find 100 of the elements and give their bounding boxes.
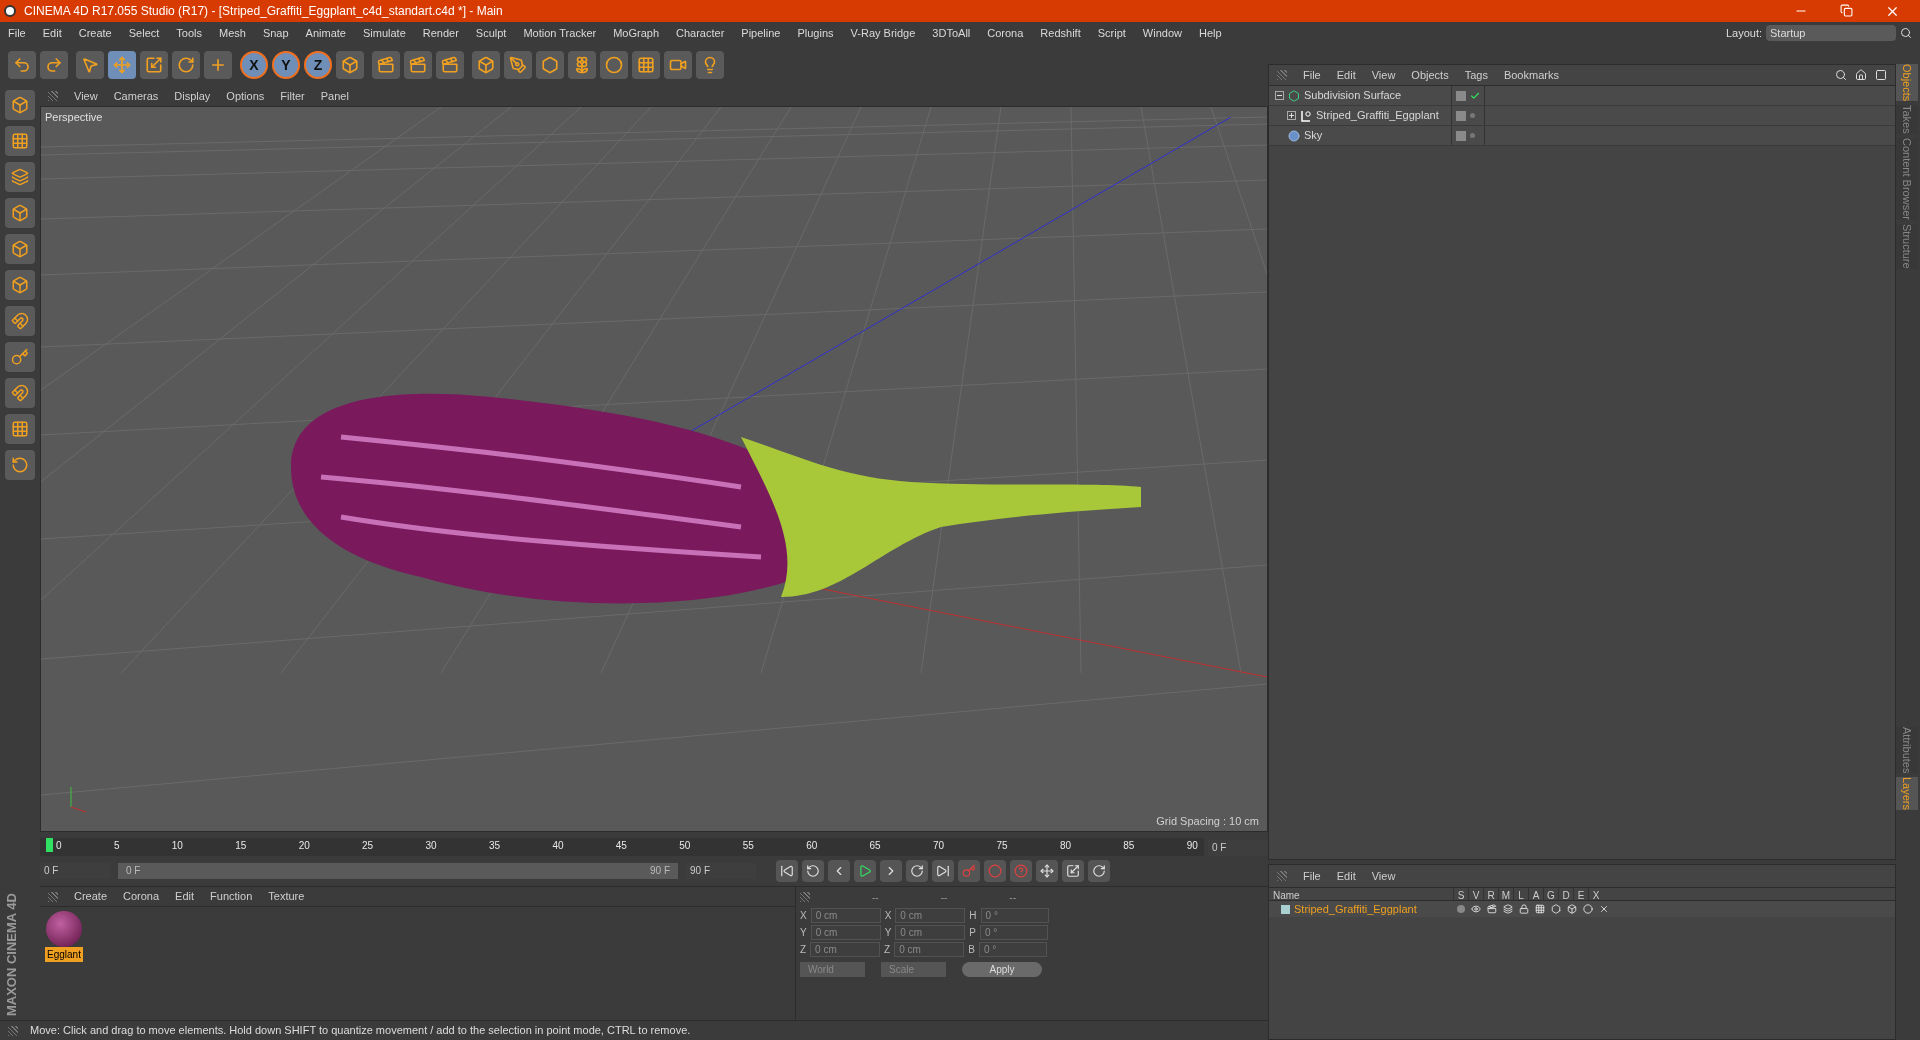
deformer-button[interactable] xyxy=(600,51,628,79)
menu-item[interactable]: Select xyxy=(128,24,160,42)
menu-item[interactable]: Redshift xyxy=(1040,24,1081,42)
render-picture-viewer-button[interactable] xyxy=(404,51,432,79)
transform-tool-button[interactable] xyxy=(204,51,232,79)
last-frame-button[interactable] xyxy=(932,860,954,882)
rotation-key-button[interactable] xyxy=(1088,860,1110,882)
render-settings-button[interactable] xyxy=(436,51,464,79)
plane-stack-button[interactable] xyxy=(5,162,35,192)
menu-item[interactable]: Animate xyxy=(305,24,346,42)
menu-item[interactable]: View xyxy=(74,87,98,105)
animation-icon[interactable] xyxy=(1535,904,1545,914)
menu-item[interactable]: MoGraph xyxy=(613,24,660,42)
previous-key-button[interactable] xyxy=(802,860,824,882)
menu-item[interactable]: File xyxy=(1303,867,1321,885)
menu-item[interactable]: Character xyxy=(676,24,725,42)
menu-item[interactable]: Bookmarks xyxy=(1503,66,1559,84)
new-view-icon[interactable] xyxy=(1875,69,1887,81)
model-cube-button[interactable] xyxy=(5,90,35,120)
menu-item[interactable]: Edit xyxy=(175,888,195,905)
menu-item[interactable]: Texture xyxy=(268,888,305,905)
cloner-button[interactable] xyxy=(568,51,596,79)
grid-rotate-button[interactable] xyxy=(5,450,35,480)
menu-item[interactable]: Display xyxy=(174,87,211,105)
scale-key-button[interactable] xyxy=(1062,860,1084,882)
menu-item[interactable]: Cameras xyxy=(113,87,159,105)
snap-button[interactable] xyxy=(5,378,35,408)
render-view-button[interactable] xyxy=(372,51,400,79)
menu-item[interactable]: Snap xyxy=(262,24,289,42)
range-slider[interactable]: 0 F 90 F xyxy=(118,863,678,879)
object-name[interactable]: Sky xyxy=(1304,127,1323,144)
manager-icon[interactable] xyxy=(1503,904,1513,914)
menu-item[interactable]: Sculpt xyxy=(475,24,507,42)
menu-item[interactable]: Plugins xyxy=(797,24,834,42)
select-tool-button[interactable] xyxy=(76,51,104,79)
object-name[interactable]: Striped_Graffiti_Eggplant xyxy=(1316,107,1439,124)
points-cube-button[interactable] xyxy=(5,198,35,228)
menu-item[interactable]: View xyxy=(1371,66,1396,84)
menu-item[interactable]: Motion Tracker xyxy=(523,24,597,42)
first-frame-button[interactable] xyxy=(776,860,798,882)
grid-lock-button[interactable] xyxy=(5,414,35,444)
menu-item[interactable]: File xyxy=(1303,66,1321,84)
menu-item[interactable]: Objects xyxy=(1411,66,1449,84)
move-tool-button[interactable] xyxy=(108,51,136,79)
menu-item[interactable]: V-Ray Bridge xyxy=(850,24,916,42)
viewport[interactable]: Perspective Grid Spacing : 10 cm xyxy=(40,106,1268,832)
menu-item[interactable]: Filter xyxy=(280,87,305,105)
menu-item[interactable]: Corona xyxy=(123,888,160,905)
expression-icon[interactable] xyxy=(1583,904,1593,914)
previous-frame-button[interactable] xyxy=(828,860,850,882)
floor-button[interactable] xyxy=(632,51,660,79)
next-key-button[interactable] xyxy=(906,860,928,882)
menu-item[interactable]: Help xyxy=(1198,24,1222,42)
checker-button[interactable] xyxy=(5,126,35,156)
axis-lock-button[interactable]: Z xyxy=(304,51,332,79)
coordinate-system-button[interactable] xyxy=(336,51,364,79)
timeline-ruler[interactable]: 0 5 10 15 20 25 30 35 40 45 50 55 60 65 70 75 80 85 90 xyxy=(40,838,1204,856)
visibility-icon[interactable] xyxy=(1471,904,1481,914)
layer-color-swatch[interactable] xyxy=(1281,904,1290,914)
side-tab[interactable]: Objects xyxy=(1896,64,1918,102)
generator-icon[interactable] xyxy=(1551,904,1561,914)
axis-lock-button[interactable]: X xyxy=(240,51,268,79)
edges-cube-button[interactable] xyxy=(5,234,35,264)
layout-dropdown[interactable]: Startup xyxy=(1766,25,1896,41)
search-icon[interactable] xyxy=(1900,27,1912,39)
undo-button[interactable] xyxy=(8,51,36,79)
record-button[interactable] xyxy=(984,860,1006,882)
menu-item[interactable]: File xyxy=(8,24,26,42)
light-button[interactable] xyxy=(696,51,724,79)
redo-button[interactable] xyxy=(40,51,68,79)
menu-item[interactable]: Window xyxy=(1142,24,1182,42)
polygons-cube-button[interactable] xyxy=(5,270,35,300)
lock-icon[interactable] xyxy=(1519,904,1529,914)
move-key-button[interactable] xyxy=(1036,860,1058,882)
axis-lock-button[interactable]: Y xyxy=(272,51,300,79)
menu-item[interactable]: Tags xyxy=(1464,66,1488,84)
restore-icon[interactable] xyxy=(1840,3,1853,17)
play-button[interactable] xyxy=(854,860,876,882)
menu-item[interactable]: Mesh xyxy=(219,24,246,42)
menu-item[interactable]: Simulate xyxy=(362,24,406,42)
collapse-icon[interactable] xyxy=(1275,91,1284,100)
object-name[interactable]: Subdivision Surface xyxy=(1304,87,1402,104)
search-icon[interactable] xyxy=(1835,69,1847,81)
menu-item[interactable]: Edit xyxy=(42,24,62,42)
pen-button[interactable] xyxy=(504,51,532,79)
menu-item[interactable]: View xyxy=(1371,867,1396,885)
scale-tool-button[interactable] xyxy=(140,51,168,79)
camera-button[interactable] xyxy=(664,51,692,79)
rotate-tool-button[interactable] xyxy=(172,51,200,79)
menu-item[interactable]: Corona xyxy=(987,24,1024,42)
side-tab[interactable]: Layers xyxy=(1896,776,1918,810)
expand-icon[interactable] xyxy=(1287,111,1296,120)
menu-item[interactable]: Render xyxy=(422,24,459,42)
cube-button[interactable] xyxy=(472,51,500,79)
menu-item[interactable]: Edit xyxy=(1336,66,1356,84)
menu-item[interactable]: Pipeline xyxy=(741,24,781,42)
menu-item[interactable]: 3DToAll xyxy=(932,24,971,42)
check-icon[interactable] xyxy=(1470,90,1480,101)
menu-item[interactable]: Panel xyxy=(320,87,349,105)
render-icon[interactable] xyxy=(1487,904,1497,914)
